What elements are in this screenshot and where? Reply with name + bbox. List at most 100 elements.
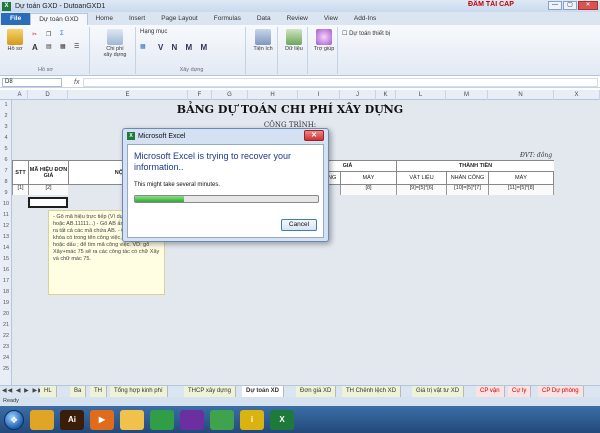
col-header[interactable]: K [376, 90, 396, 100]
tro-giup-button[interactable]: Trợ giúp [313, 29, 335, 52]
font-icon[interactable]: A [32, 43, 38, 52]
formula-cell[interactable]: [9]=[5]*[6] [396, 185, 446, 195]
col-header[interactable]: E [68, 90, 188, 100]
row-header[interactable]: 11 [0, 212, 12, 218]
tab-file[interactable]: File [1, 13, 31, 25]
sigma-icon[interactable]: Σ [60, 31, 64, 37]
row-header[interactable]: 2 [0, 113, 12, 119]
formula-cell[interactable]: [1] [12, 185, 28, 195]
formula-cell[interactable]: [10]=[5]*[7] [446, 185, 488, 195]
row-header[interactable]: 14 [0, 245, 12, 251]
close-button[interactable]: ✕ [578, 1, 598, 10]
tab-formulas[interactable]: Formulas [206, 13, 249, 25]
maximize-button[interactable]: ▢ [563, 1, 577, 10]
du-lieu-button[interactable]: Dữ liệu [283, 29, 305, 52]
row-header[interactable]: 19 [0, 300, 12, 306]
row-header[interactable]: 15 [0, 256, 12, 262]
checkbox-icon[interactable]: ☐ [342, 31, 347, 37]
sheet-tab[interactable]: THCP xây dựng [184, 386, 236, 397]
illustrator-icon[interactable]: Ai [60, 409, 84, 430]
row-header[interactable]: 9 [0, 190, 12, 196]
ho-so-button[interactable]: Hồ sơ [4, 29, 26, 52]
row-header[interactable]: 4 [0, 135, 12, 141]
tab-view[interactable]: View [316, 13, 346, 25]
tab-review[interactable]: Review [279, 13, 316, 25]
row-header[interactable]: 24 [0, 355, 12, 361]
sheet-tab[interactable]: Đơn giá XD [296, 386, 337, 397]
col-header[interactable]: G [212, 90, 248, 100]
cancel-button[interactable]: Cancel [281, 219, 317, 231]
sheet-tab[interactable]: Tổng hợp kinh phí [110, 386, 168, 397]
row-header[interactable]: 21 [0, 322, 12, 328]
list-icon[interactable]: ☰ [74, 43, 79, 50]
vnmm-buttons[interactable]: V N M M [158, 43, 210, 52]
col-header[interactable]: D [28, 90, 68, 100]
chrome-icon[interactable] [150, 409, 174, 430]
row-header[interactable]: 13 [0, 234, 12, 240]
row-header[interactable]: 25 [0, 366, 12, 372]
excel-icon[interactable]: X [2, 1, 11, 11]
tien-ich-button[interactable]: Tiện ích [252, 29, 274, 52]
row-header[interactable]: 18 [0, 289, 12, 295]
col-header[interactable]: J [340, 90, 376, 100]
selected-cell[interactable] [28, 197, 68, 208]
tab-add-ins[interactable]: Add-Ins [346, 13, 384, 25]
formula-cell[interactable]: [11]=[5]*[8] [488, 185, 554, 195]
row-header[interactable]: 10 [0, 201, 12, 207]
row-header[interactable]: 12 [0, 223, 12, 229]
row-header[interactable]: 3 [0, 124, 12, 130]
row-header[interactable]: 6 [0, 157, 12, 163]
tab-insert[interactable]: Insert [121, 13, 153, 25]
excel-icon[interactable]: X [270, 409, 294, 430]
visual-studio-icon[interactable] [180, 409, 204, 430]
row-header[interactable]: 16 [0, 267, 12, 273]
row-header[interactable]: 22 [0, 333, 12, 339]
copy-icon[interactable]: ❐ [46, 31, 51, 38]
row-header[interactable]: 17 [0, 278, 12, 284]
formula-cell[interactable]: [2] [28, 185, 68, 195]
sheet-tab[interactable]: Cự ly [508, 386, 532, 397]
fx-icon[interactable]: fx [74, 79, 79, 86]
col-header[interactable]: L [396, 90, 446, 100]
du-toan-thiet-bi-option[interactable]: ☐ Dự toán thiết bị [342, 30, 390, 37]
row-header[interactable]: 1 [0, 102, 12, 108]
paste-icon[interactable]: ▤ [46, 43, 52, 50]
col-header[interactable]: I [298, 90, 340, 100]
table-insert-icon[interactable]: ▦ [140, 43, 146, 50]
app-i-icon[interactable]: i [240, 409, 264, 430]
explorer-icon[interactable] [30, 409, 54, 430]
row-header[interactable]: 23 [0, 344, 12, 350]
sheet-tab[interactable]: TH [90, 386, 107, 397]
col-header[interactable]: A [12, 90, 28, 100]
formula-cell[interactable]: [8] [340, 185, 396, 195]
col-header[interactable]: X [554, 90, 600, 100]
folder-icon[interactable] [120, 409, 144, 430]
col-header[interactable]: N [488, 90, 554, 100]
sheet-tab[interactable]: CP Dự phòng [538, 386, 584, 397]
table-icon[interactable]: ▦ [60, 43, 66, 50]
col-header[interactable]: M [446, 90, 488, 100]
row-header[interactable]: 7 [0, 168, 12, 174]
col-header[interactable]: H [248, 90, 298, 100]
chi-phi-xay-dung-button[interactable]: Chi phí xây dựng [102, 29, 128, 58]
sheet-tab[interactable]: CP vận [476, 386, 505, 397]
row-header[interactable]: 5 [0, 146, 12, 152]
sheet-tab[interactable]: HL [40, 386, 57, 397]
cut-icon[interactable]: ✂ [32, 31, 37, 38]
sheet-tab[interactable]: Giá trị vật tư XD [412, 386, 465, 397]
sheet-nav-arrows[interactable]: ◀◀ ◀ ▶ ▶▶ [2, 387, 44, 394]
globe-icon[interactable] [210, 409, 234, 430]
formula-input[interactable] [83, 77, 598, 87]
row-header[interactable]: 8 [0, 179, 12, 185]
row-header[interactable]: 20 [0, 311, 12, 317]
name-box[interactable]: D8 [2, 77, 62, 87]
tab-data[interactable]: Data [249, 13, 279, 25]
tab-page-layout[interactable]: Page Layout [153, 13, 206, 25]
tab-home[interactable]: Home [88, 13, 121, 25]
media-player-icon[interactable]: ▶ [90, 409, 114, 430]
sheet-tab[interactable]: Ba [70, 386, 87, 397]
col-header[interactable]: F [188, 90, 212, 100]
start-orb-icon[interactable]: ❖ [4, 409, 24, 430]
hang-muc-label[interactable]: Hạng mục [140, 29, 167, 35]
sheet-tab[interactable]: TH Chênh lệch XD [342, 386, 402, 397]
